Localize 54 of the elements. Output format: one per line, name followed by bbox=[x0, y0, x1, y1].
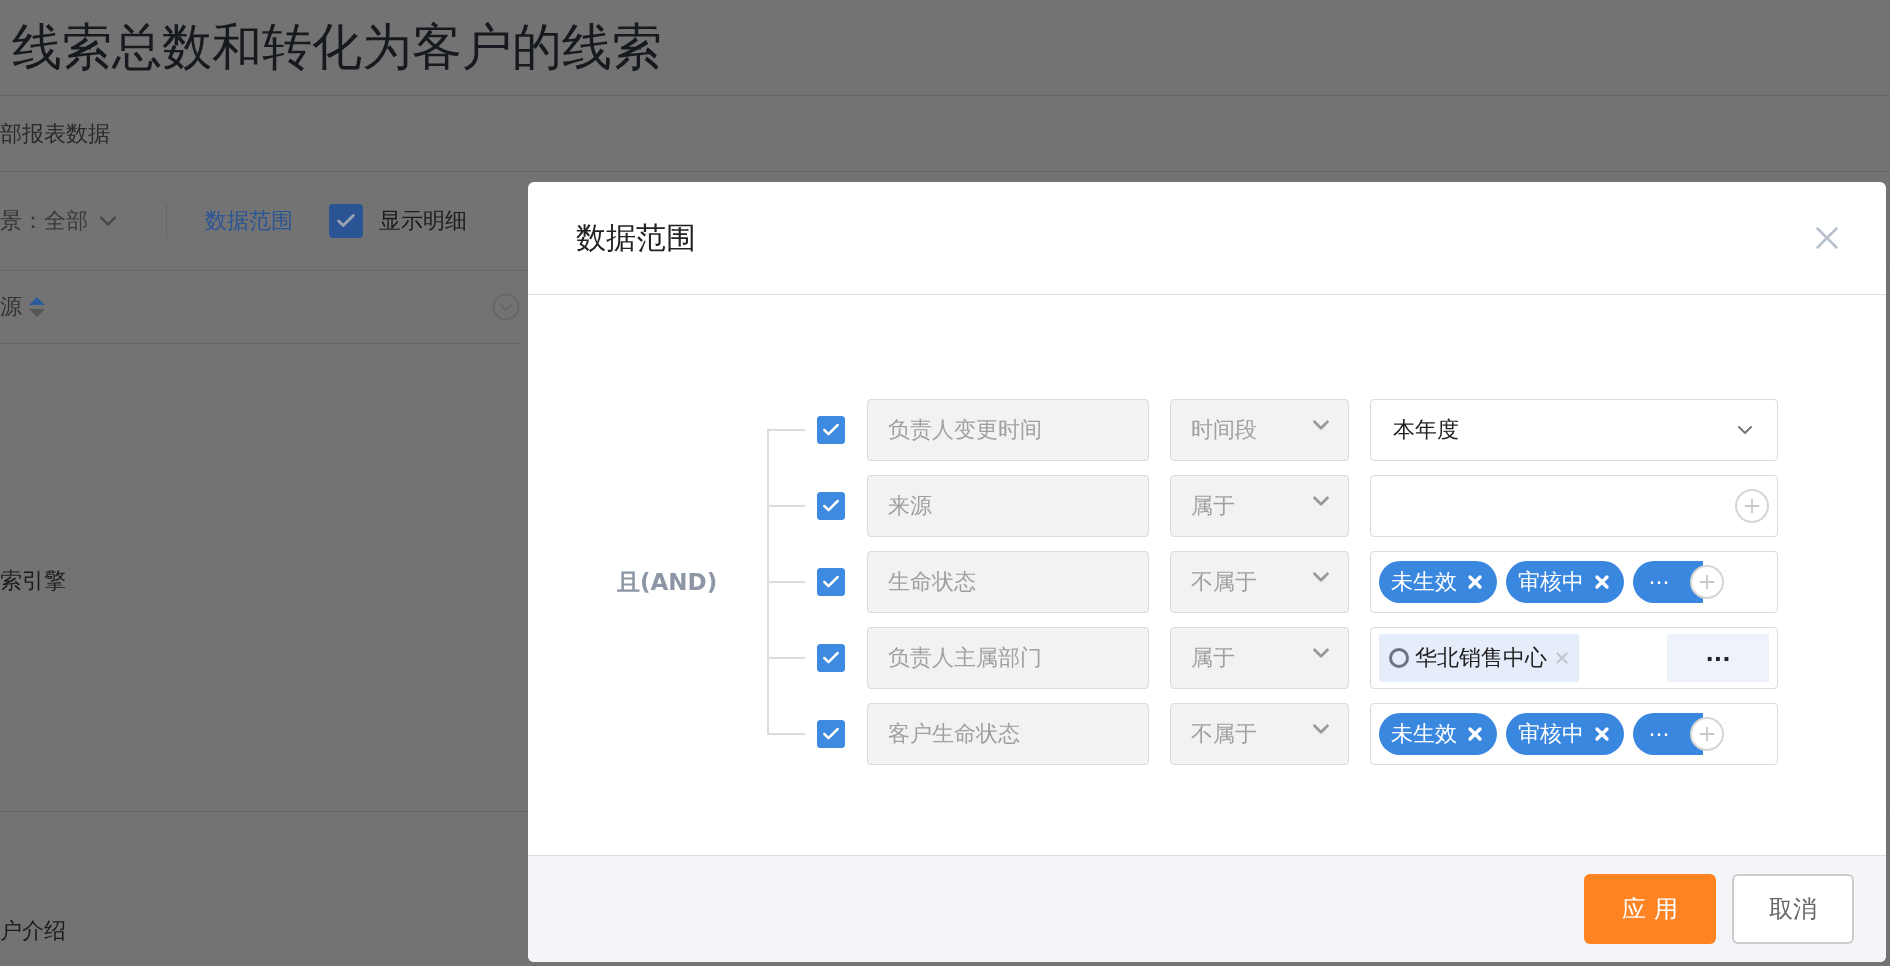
field-name: 客户生命状态 bbox=[867, 703, 1149, 765]
apply-button[interactable]: 应 用 bbox=[1584, 874, 1716, 944]
org-tag[interactable]: 华北销售中心 bbox=[1379, 634, 1579, 682]
org-field[interactable]: 华北销售中心 ··· bbox=[1370, 627, 1778, 689]
select-field[interactable]: 本年度 bbox=[1370, 399, 1778, 461]
org-tag-label: 华北销售中心 bbox=[1415, 644, 1547, 672]
tag-label: 未生效 bbox=[1391, 568, 1457, 596]
more-button[interactable]: ··· bbox=[1633, 561, 1703, 603]
select-value: 本年度 bbox=[1392, 416, 1460, 444]
tag-field[interactable]: 未生效 审核中 ··· bbox=[1370, 551, 1778, 613]
cancel-button[interactable]: 取消 bbox=[1732, 874, 1854, 944]
operator-select[interactable]: 不属于 bbox=[1170, 551, 1349, 613]
ring-icon bbox=[1389, 648, 1409, 668]
tag-label: 审核中 bbox=[1518, 720, 1584, 748]
tag[interactable]: 审核中 bbox=[1506, 713, 1624, 755]
show-detail-label: 显示明细 bbox=[379, 207, 467, 235]
condition-checkbox[interactable] bbox=[817, 492, 845, 520]
condition-checkbox[interactable] bbox=[817, 568, 845, 596]
dialog-title: 数据范围 bbox=[576, 218, 696, 257]
tag-label: 审核中 bbox=[1518, 568, 1584, 596]
column-header: 源 bbox=[0, 293, 22, 321]
logic-label: 且(AND) bbox=[617, 567, 719, 597]
operator-select[interactable]: 属于 bbox=[1170, 627, 1349, 689]
picker-field[interactable] bbox=[1370, 475, 1778, 537]
filter-label: 景： bbox=[0, 207, 44, 235]
tag-field[interactable]: 未生效 审核中 ··· bbox=[1370, 703, 1778, 765]
field-name: 来源 bbox=[867, 475, 1149, 537]
field-name: 生命状态 bbox=[867, 551, 1149, 613]
tag[interactable]: 未生效 bbox=[1379, 561, 1497, 603]
operator-select[interactable]: 时间段 bbox=[1170, 399, 1349, 461]
filter-value[interactable]: 全部 bbox=[44, 206, 88, 236]
field-name: 负责人变更时间 bbox=[867, 399, 1149, 461]
more-button[interactable]: ··· bbox=[1633, 713, 1703, 755]
table-cell: 索引擎 bbox=[0, 568, 66, 593]
remove-icon[interactable] bbox=[1465, 724, 1485, 744]
report-tab[interactable]: 部报表数据 bbox=[0, 118, 110, 149]
show-detail-checkbox[interactable] bbox=[329, 204, 363, 238]
field-name: 负责人主属部门 bbox=[867, 627, 1149, 689]
tag-label: 未生效 bbox=[1391, 720, 1457, 748]
remove-icon[interactable] bbox=[1592, 724, 1612, 744]
add-button[interactable] bbox=[1690, 565, 1724, 599]
page-title: 线索总数和转化为客户的线索 bbox=[0, 0, 1890, 96]
condition-checkbox[interactable] bbox=[817, 416, 845, 444]
tag[interactable]: 未生效 bbox=[1379, 713, 1497, 755]
tag[interactable]: 审核中 bbox=[1506, 561, 1624, 603]
remove-icon[interactable] bbox=[1465, 572, 1485, 592]
operator-select[interactable]: 属于 bbox=[1170, 475, 1349, 537]
operator-select[interactable]: 不属于 bbox=[1170, 703, 1349, 765]
condition-checkbox[interactable] bbox=[817, 720, 845, 748]
remove-icon[interactable] bbox=[1592, 572, 1612, 592]
table-cell: 户介绍 bbox=[0, 918, 66, 943]
condition-checkbox[interactable] bbox=[817, 644, 845, 672]
more-button[interactable]: ··· bbox=[1667, 634, 1769, 682]
add-button[interactable] bbox=[1690, 717, 1724, 751]
